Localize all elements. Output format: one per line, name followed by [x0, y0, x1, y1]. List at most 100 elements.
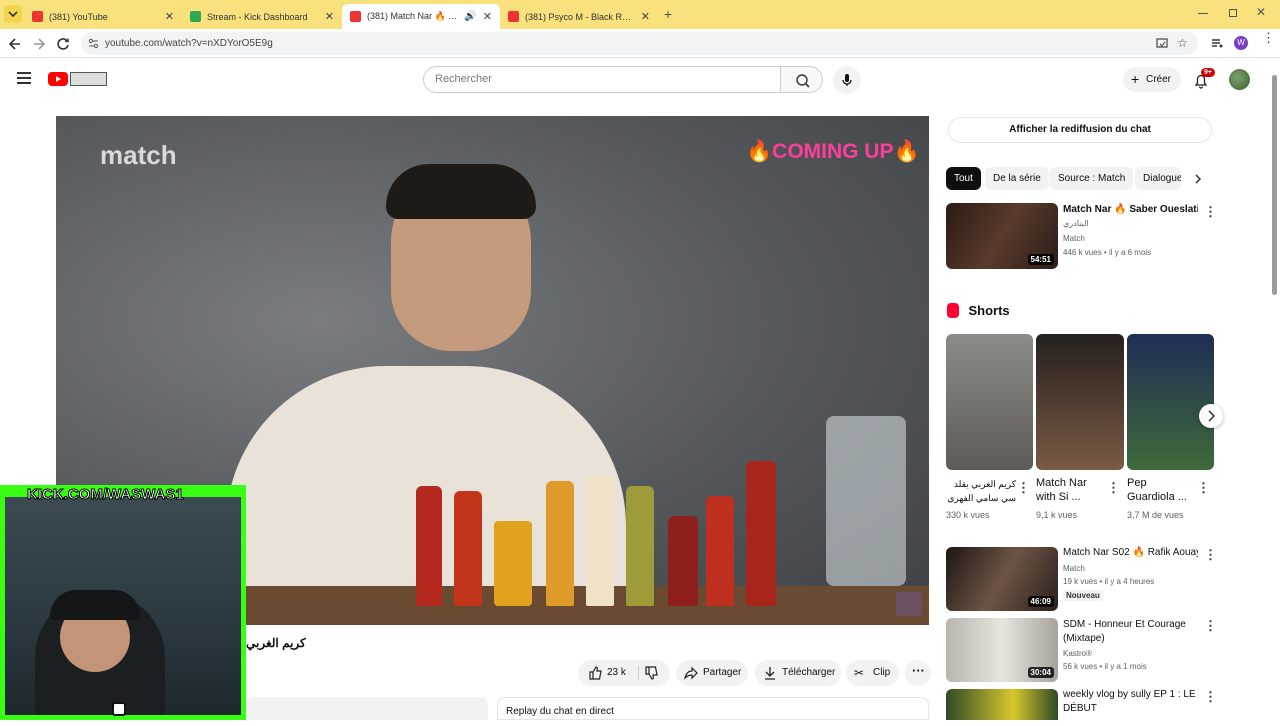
clip-button[interactable]: ✂ Clip [846, 660, 899, 686]
browser-toolbar: youtube.com/watch?v=nXDYorO5E9g ☆ W ⋮ [0, 29, 1280, 58]
maximize-window-icon[interactable] [1229, 9, 1237, 17]
more-vertical-icon[interactable]: ⋮ [1204, 689, 1217, 705]
close-tab-icon[interactable]: ✕ [165, 10, 174, 23]
voice-search-button[interactable] [833, 66, 861, 94]
share-button[interactable]: Partager [676, 660, 748, 686]
kick-favicon-icon [190, 11, 201, 22]
video-thumbnail[interactable]: 46:09 [946, 547, 1058, 611]
streamer-webcam-feed [5, 497, 241, 715]
clip-label: Clip [873, 667, 891, 678]
account-avatar[interactable] [1229, 69, 1250, 90]
youtube-logo[interactable] [48, 72, 108, 86]
cast-icon[interactable] [1156, 38, 1168, 49]
media-icon[interactable] [1211, 38, 1223, 49]
chevron-right-icon [1208, 410, 1216, 422]
forward-icon[interactable] [32, 37, 46, 51]
chip-dialogue[interactable]: Dialogue [1135, 167, 1181, 190]
mic-icon [842, 74, 852, 86]
more-vertical-icon[interactable]: ⋮ [1204, 204, 1217, 220]
thumbs-up-icon[interactable] [588, 666, 602, 680]
like-dislike-group: 23 k [578, 660, 670, 686]
youtube-favicon-icon [350, 11, 361, 22]
chevron-right-icon[interactable] [1192, 173, 1204, 185]
page-scrollbar-thumb[interactable] [1272, 75, 1277, 295]
profile-avatar[interactable]: W [1234, 36, 1248, 50]
short-thumbnail[interactable] [946, 334, 1033, 470]
video-title[interactable]: weekly vlog by sully EP 1 : LE DÉBUT [1063, 688, 1198, 716]
more-horizontal-icon: ··· [912, 663, 925, 678]
video-thumbnail[interactable] [946, 689, 1058, 720]
short-views: 3,7 M de vues [1127, 510, 1184, 520]
more-vertical-icon[interactable]: ⋮ [1204, 547, 1217, 563]
shorts-heading: Shorts [968, 303, 1010, 319]
live-chat-replay-label: Replay du chat en direct [506, 706, 614, 717]
more-vertical-icon[interactable]: ⋮ [1017, 480, 1030, 496]
notifications-button[interactable]: 9+ [1192, 68, 1215, 91]
create-button[interactable]: + Créer [1123, 67, 1181, 92]
search-button[interactable] [780, 66, 823, 93]
shorts-logo-icon [947, 303, 959, 319]
browser-tab-strip: (381) YouTube ✕ Stream - Kick Dashboard … [0, 0, 1280, 29]
menu-icon[interactable] [17, 72, 31, 84]
live-chat-replay-header[interactable]: Replay du chat en direct [497, 697, 929, 720]
channel-name[interactable]: Match [1063, 234, 1085, 243]
chip-all[interactable]: Tout [946, 167, 981, 190]
video-title[interactable]: SDM - Honneur Et Courage (Mixtape) [1063, 618, 1198, 646]
bookmark-star-icon[interactable]: ☆ [1177, 32, 1188, 55]
download-button[interactable]: Télécharger [755, 660, 841, 686]
chip-source-match[interactable]: Source : Match [1050, 167, 1134, 190]
more-vertical-icon[interactable]: ⋮ [1197, 480, 1210, 496]
close-tab-icon[interactable]: ✕ [641, 10, 650, 23]
short-views: 330 k vues [946, 510, 990, 520]
video-thumbnail[interactable]: 30:04 [946, 618, 1058, 682]
short-thumbnail[interactable] [1127, 334, 1214, 470]
short-thumbnail[interactable] [1036, 334, 1124, 470]
tab-title: (381) YouTube [49, 11, 108, 22]
site-info-icon[interactable] [88, 38, 99, 49]
more-vertical-icon[interactable]: ⋮ [1204, 618, 1217, 634]
hot-sauce-bottles [406, 461, 806, 606]
webcam-cap [50, 590, 140, 620]
search-input[interactable]: Rechercher [423, 66, 781, 93]
chip-from-series[interactable]: De la série [985, 167, 1049, 190]
browser-tab-youtube-home[interactable]: (381) YouTube ✕ [24, 4, 182, 29]
browser-tab-match-nar[interactable]: (381) Match Nar 🔥 Karim ( 🔊 ✕ [342, 4, 500, 29]
video-thumbnail[interactable]: 54:51 [946, 203, 1058, 269]
short-title[interactable]: كريم الغربي يقلد سي سامي الفهري [946, 477, 1016, 505]
download-label: Télécharger [782, 667, 836, 678]
back-icon[interactable] [8, 37, 22, 51]
reload-icon[interactable] [56, 37, 70, 51]
browser-tab-kick-dashboard[interactable]: Stream - Kick Dashboard ✕ [182, 4, 342, 29]
tab-search-button[interactable] [4, 5, 22, 23]
channel-name[interactable]: Match [1063, 564, 1085, 573]
youtube-favicon-icon [508, 11, 519, 22]
video-title-arabic: البنادري [1063, 219, 1089, 228]
water-pitcher [826, 416, 906, 586]
close-tab-icon[interactable]: ✕ [325, 10, 334, 23]
share-icon [684, 666, 698, 680]
minimize-window-icon[interactable] [1198, 13, 1208, 14]
video-title[interactable]: Match Nar S02 🔥 Rafik Aouay [1063, 546, 1198, 560]
description-box[interactable] [246, 697, 488, 720]
show-chat-replay-button[interactable]: Afficher la rediffusion du chat [948, 117, 1212, 143]
thumbs-down-icon[interactable] [644, 666, 658, 680]
channel-name[interactable]: Kastro® [1063, 649, 1092, 658]
video-title: كريم الغربي [246, 636, 306, 650]
more-vertical-icon[interactable]: ⋮ [1107, 480, 1120, 496]
browser-menu-icon[interactable]: ⋮ [1262, 31, 1275, 44]
more-actions-button[interactable]: ··· [905, 660, 931, 686]
short-title[interactable]: Match Nar with Si ... [1036, 476, 1104, 506]
video-meta: 19 k vues • il y a 4 heures [1063, 577, 1155, 586]
close-window-icon[interactable]: ✕ [1256, 5, 1266, 19]
shorts-next-button[interactable] [1199, 404, 1223, 428]
youtube-doodle-image [70, 72, 107, 86]
scissors-icon: ✂ [854, 666, 865, 680]
short-title[interactable]: Pep Guardiola ... [1127, 476, 1193, 506]
like-count[interactable]: 23 k [607, 660, 626, 686]
close-tab-icon[interactable]: ✕ [483, 10, 492, 23]
browser-tab-psyco-m[interactable]: (381) Psyco M - Black Rose - Yo ✕ [500, 4, 658, 29]
address-bar[interactable]: youtube.com/watch?v=nXDYorO5E9g ☆ [81, 32, 1198, 55]
audio-playing-icon[interactable]: 🔊 [464, 11, 476, 22]
video-title[interactable]: Match Nar 🔥 Saber Oueslati 🔶 [1063, 203, 1198, 217]
new-tab-button[interactable]: + [664, 6, 672, 22]
